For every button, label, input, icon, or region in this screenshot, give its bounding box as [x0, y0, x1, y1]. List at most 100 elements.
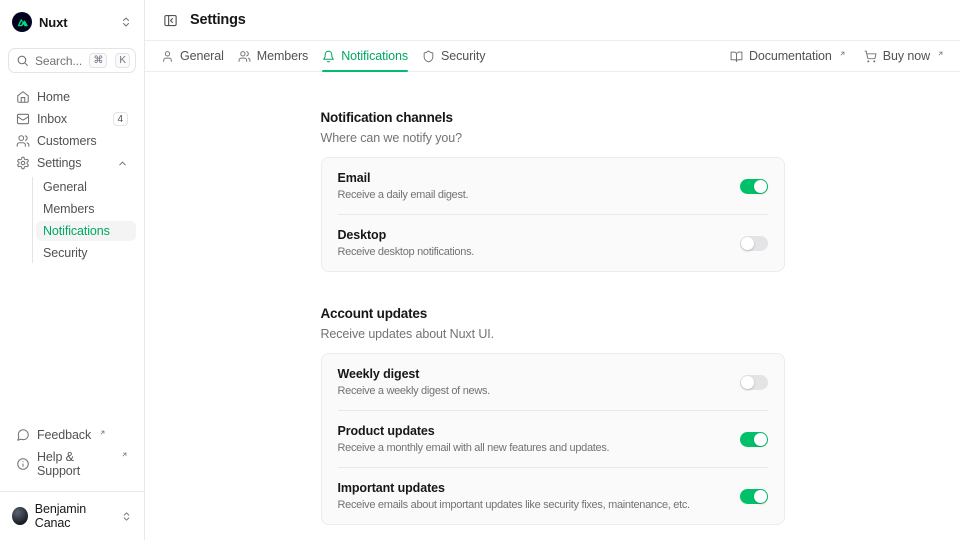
panel-left-icon: [163, 13, 178, 28]
sidebar-item-security[interactable]: Security: [36, 243, 136, 263]
external-link-icon: [99, 429, 106, 436]
inbox-count-badge: 4: [113, 112, 128, 126]
nuxt-logo: [12, 12, 32, 32]
setting-label: Email: [338, 171, 730, 185]
setting-label: Product updates: [338, 424, 730, 438]
user-avatar: [12, 507, 28, 525]
setting-row-desktop: Desktop Receive desktop notifications.: [322, 215, 784, 271]
chevrons-up-down-icon: [121, 511, 132, 522]
chevron-up-icon: [117, 158, 128, 169]
feedback-label: Feedback: [37, 428, 91, 442]
settings-card: Weekly digest Receive a weekly digest of…: [321, 353, 785, 525]
shield-icon: [422, 50, 435, 63]
settings-content: Notification channels Where can we notif…: [145, 72, 960, 540]
gear-icon: [16, 156, 30, 170]
user-menu[interactable]: Benjamin Canac: [8, 498, 136, 532]
tab-notifications[interactable]: Notifications: [322, 41, 408, 71]
sidebar-item-settings[interactable]: Settings: [8, 153, 136, 173]
page-title: Settings: [190, 12, 246, 28]
help-support-link[interactable]: Help & Support: [8, 447, 136, 481]
sidebar-item-members[interactable]: Members: [36, 199, 136, 219]
documentation-button[interactable]: Documentation: [730, 49, 846, 63]
weekly-digest-toggle[interactable]: [740, 375, 768, 390]
sidebar-item-general[interactable]: General: [36, 177, 136, 197]
sidebar-divider: [0, 491, 144, 492]
setting-label: Weekly digest: [338, 367, 730, 381]
book-open-icon: [730, 50, 743, 63]
setting-row-product-updates: Product updates Receive a monthly email …: [322, 411, 784, 467]
sidebar: Nuxt Search... ⌘ K Home Inbox 4: [0, 0, 145, 540]
bell-icon: [322, 50, 335, 63]
users-icon: [16, 134, 30, 148]
settings-subnav: General Members Notifications Security: [32, 177, 136, 263]
setting-row-important-updates: Important updates Receive emails about i…: [322, 468, 784, 524]
email-toggle[interactable]: [740, 179, 768, 194]
feedback-link[interactable]: Feedback: [8, 425, 136, 445]
sidebar-item-label: Home: [37, 90, 70, 104]
tab-label: Members: [257, 49, 308, 63]
kbd-cmd: ⌘: [89, 53, 107, 68]
external-link-icon: [937, 50, 944, 57]
setting-label: Desktop: [338, 228, 730, 242]
header-actions: Documentation Buy now: [730, 41, 944, 71]
tab-members[interactable]: Members: [238, 41, 308, 71]
sidebar-item-home[interactable]: Home: [8, 87, 136, 107]
section-subtitle: Where can we notify you?: [321, 131, 785, 145]
user-name: Benjamin Canac: [35, 502, 114, 530]
shopping-cart-icon: [864, 50, 877, 63]
documentation-label: Documentation: [749, 49, 832, 63]
sidebar-item-inbox[interactable]: Inbox 4: [8, 109, 136, 129]
info-circle-icon: [16, 457, 30, 471]
tab-label: General: [180, 49, 224, 63]
setting-description: Receive desktop notifications.: [338, 246, 730, 258]
collapse-sidebar-button[interactable]: [161, 11, 180, 30]
setting-description: Receive emails about important updates l…: [338, 499, 730, 511]
sidebar-item-label: Settings: [37, 156, 81, 170]
section-account-updates: Account updates Receive updates about Nu…: [321, 306, 785, 525]
page-header: Settings: [145, 0, 960, 41]
section-subtitle: Receive updates about Nuxt UI.: [321, 327, 785, 341]
sidebar-item-customers[interactable]: Customers: [8, 131, 136, 151]
chevrons-up-down-icon: [120, 16, 132, 28]
workspace-selector[interactable]: Nuxt: [8, 8, 136, 36]
external-link-icon: [121, 451, 128, 458]
workspace-name: Nuxt: [39, 15, 68, 30]
sidebar-item-notifications[interactable]: Notifications: [36, 221, 136, 241]
setting-row-weekly-digest: Weekly digest Receive a weekly digest of…: [322, 354, 784, 410]
buy-now-label: Buy now: [883, 49, 930, 63]
search-placeholder: Search...: [35, 54, 83, 68]
buy-now-button[interactable]: Buy now: [864, 49, 944, 63]
sidebar-nav: Home Inbox 4 Customers Settings Gener: [8, 87, 136, 265]
setting-row-email: Email Receive a daily email digest.: [322, 158, 784, 214]
settings-card: Email Receive a daily email digest. Desk…: [321, 157, 785, 272]
external-link-icon: [839, 50, 846, 57]
important-updates-toggle[interactable]: [740, 489, 768, 504]
setting-description: Receive a daily email digest.: [338, 189, 730, 201]
sidebar-footer: Feedback Help & Support Benjamin Canac: [8, 425, 136, 532]
setting-label: Important updates: [338, 481, 730, 495]
search-input[interactable]: Search... ⌘ K: [8, 48, 136, 73]
setting-description: Receive a monthly email with all new fea…: [338, 442, 730, 454]
users-icon: [238, 50, 251, 63]
kbd-k: K: [115, 53, 130, 68]
sidebar-item-label: Inbox: [37, 112, 67, 126]
setting-description: Receive a weekly digest of news.: [338, 385, 730, 397]
tab-label: Security: [441, 49, 485, 63]
tab-security[interactable]: Security: [422, 41, 485, 71]
desktop-toggle[interactable]: [740, 236, 768, 251]
section-notification-channels: Notification channels Where can we notif…: [321, 110, 785, 272]
tab-label: Notifications: [341, 49, 408, 63]
help-support-label: Help & Support: [37, 450, 113, 478]
home-icon: [16, 90, 30, 104]
section-title: Account updates: [321, 306, 785, 321]
tab-general[interactable]: General: [161, 41, 224, 71]
sidebar-item-label: Customers: [37, 134, 97, 148]
main-panel: Settings General Members Notifications S…: [145, 0, 960, 540]
user-icon: [161, 50, 174, 63]
section-title: Notification channels: [321, 110, 785, 125]
search-icon: [16, 54, 29, 67]
inbox-icon: [16, 112, 30, 126]
tab-bar: General Members Notifications Security: [145, 41, 960, 72]
chat-bubble-icon: [16, 428, 30, 442]
product-updates-toggle[interactable]: [740, 432, 768, 447]
